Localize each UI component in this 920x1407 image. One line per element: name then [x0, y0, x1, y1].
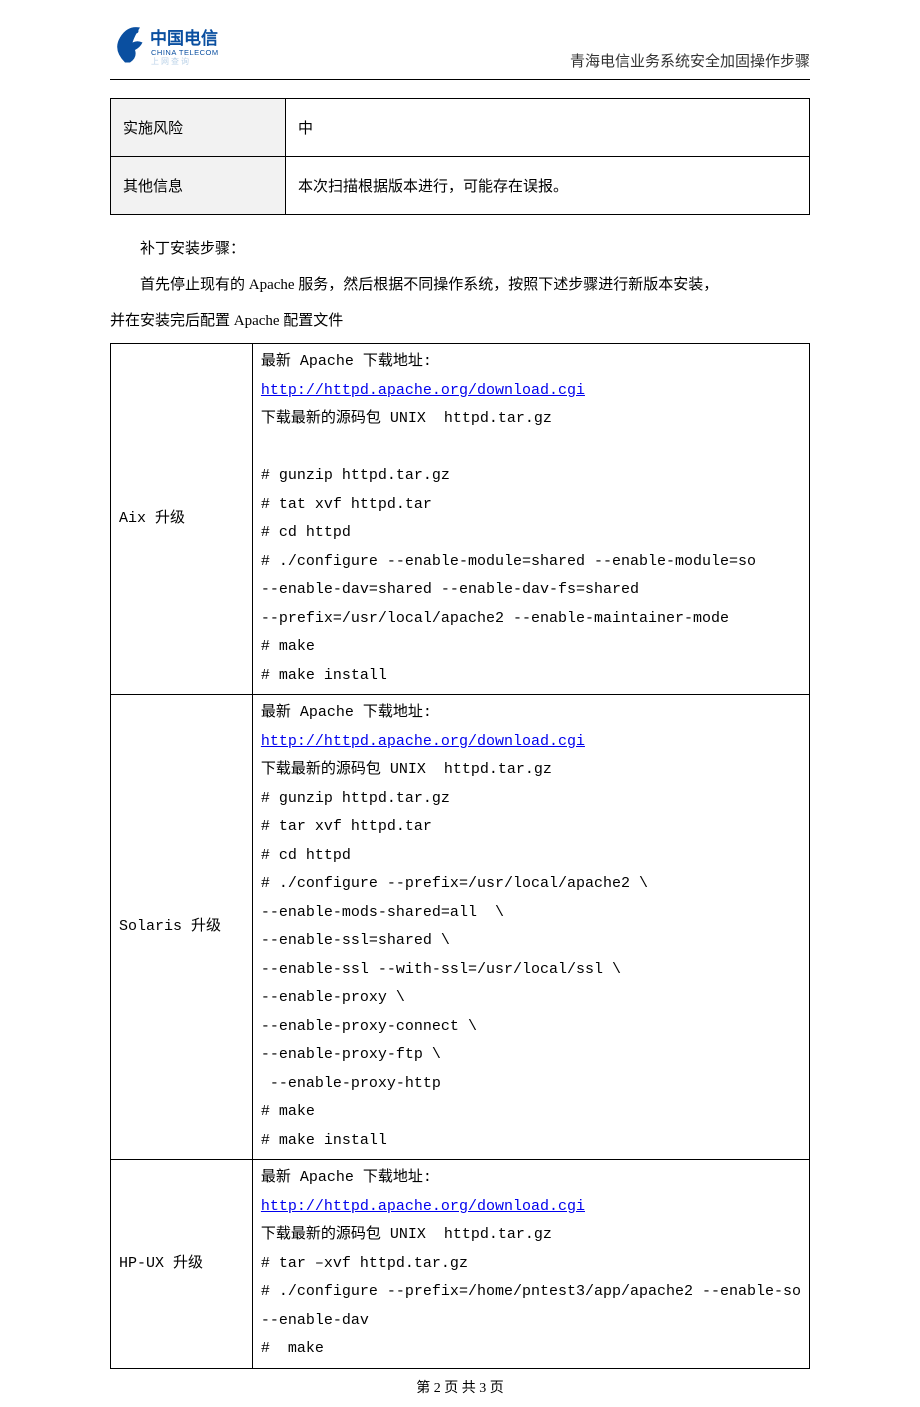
download-link[interactable]: http://httpd.apache.org/download.cgi: [261, 1198, 585, 1215]
download-link[interactable]: http://httpd.apache.org/download.cgi: [261, 382, 585, 399]
pre-text: 最新 Apache 下载地址:: [261, 1169, 432, 1186]
upgrade-table: Aix 升级 最新 Apache 下载地址: http://httpd.apac…: [110, 343, 810, 1369]
header-title: 青海电信业务系统安全加固操作步骤: [570, 50, 810, 73]
os-cell: Solaris 升级: [111, 695, 253, 1160]
post-text: 下载最新的源码包 UNIX httpd.tar.gz # gunzip http…: [261, 761, 648, 1149]
table-row: HP-UX 升级 最新 Apache 下载地址: http://httpd.ap…: [111, 1160, 810, 1369]
content-cell: 最新 Apache 下载地址: http://httpd.apache.org/…: [252, 344, 809, 695]
meta-table: 实施风险 中 其他信息 本次扫描根据版本进行，可能存在误报。: [110, 98, 810, 215]
pre-text: 最新 Apache 下载地址:: [261, 353, 432, 370]
page-header: 中国电信 CHINA TELECOM 上 网 查 询 青海电信业务系统安全加固操…: [110, 20, 810, 80]
page-footer: 第 2 页 共 3 页: [110, 1377, 810, 1397]
content-cell: 最新 Apache 下载地址: http://httpd.apache.org/…: [252, 1160, 809, 1369]
svg-text:上 网 查 询: 上 网 查 询: [151, 56, 189, 66]
download-link[interactable]: http://httpd.apache.org/download.cgi: [261, 733, 585, 750]
meta-value: 本次扫描根据版本进行，可能存在误报。: [286, 157, 810, 215]
page: 中国电信 CHINA TELECOM 上 网 查 询 青海电信业务系统安全加固操…: [0, 0, 920, 1407]
meta-label: 其他信息: [111, 157, 286, 215]
svg-text:中国电信: 中国电信: [150, 28, 218, 48]
meta-value: 中: [286, 99, 810, 157]
table-row: Solaris 升级 最新 Apache 下载地址: http://httpd.…: [111, 695, 810, 1160]
paragraph: 并在安装完后配置 Apache 配置文件: [110, 303, 810, 339]
paragraph: 补丁安装步骤：: [110, 231, 810, 267]
meta-row: 其他信息 本次扫描根据版本进行，可能存在误报。: [111, 157, 810, 215]
post-text: 下载最新的源码包 UNIX httpd.tar.gz # tar –xvf ht…: [261, 1226, 801, 1357]
post-text: 下载最新的源码包 UNIX httpd.tar.gz # gunzip http…: [261, 410, 756, 684]
os-cell: Aix 升级: [111, 344, 253, 695]
content-cell: 最新 Apache 下载地址: http://httpd.apache.org/…: [252, 695, 809, 1160]
pre-text: 最新 Apache 下载地址:: [261, 704, 432, 721]
meta-label: 实施风险: [111, 99, 286, 157]
os-cell: HP-UX 升级: [111, 1160, 253, 1369]
paragraph: 首先停止现有的 Apache 服务，然后根据不同操作系统，按照下述步骤进行新版本…: [110, 267, 810, 303]
svg-text:CHINA TELECOM: CHINA TELECOM: [151, 48, 219, 57]
table-row: Aix 升级 最新 Apache 下载地址: http://httpd.apac…: [111, 344, 810, 695]
meta-row: 实施风险 中: [111, 99, 810, 157]
logo: 中国电信 CHINA TELECOM 上 网 查 询: [110, 20, 260, 73]
